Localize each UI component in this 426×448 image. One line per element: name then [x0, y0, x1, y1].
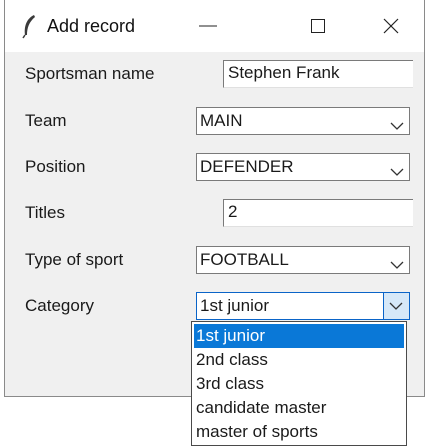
- chevron-down-icon[interactable]: [390, 162, 404, 176]
- type-of-sport-select[interactable]: FOOTBALL: [196, 246, 410, 274]
- sportsman-name-field[interactable]: Stephen Frank: [223, 60, 413, 88]
- title-bar[interactable]: Add record: [5, 0, 424, 52]
- category-label: Category: [25, 296, 94, 315]
- position-value: DEFENDER: [200, 157, 294, 176]
- team-value: MAIN: [200, 111, 243, 130]
- category-value: 1st junior: [200, 296, 269, 315]
- window-title: Add record: [47, 16, 136, 36]
- minimize-icon[interactable]: [197, 15, 219, 37]
- team-label: Team: [25, 111, 67, 130]
- list-item[interactable]: master of sports: [194, 420, 404, 444]
- chevron-down-icon[interactable]: [383, 293, 409, 319]
- position-label: Position: [25, 157, 86, 176]
- list-item[interactable]: 1st junior: [194, 324, 404, 348]
- type-of-sport-label: Type of sport: [25, 250, 124, 269]
- category-dropdown-list[interactable]: 1st junior 2nd class 3rd class candidate…: [191, 321, 407, 446]
- position-select[interactable]: DEFENDER: [196, 153, 410, 181]
- chevron-down-icon[interactable]: [390, 255, 404, 269]
- maximize-icon[interactable]: [307, 15, 329, 37]
- category-select[interactable]: 1st junior: [196, 292, 410, 320]
- list-item[interactable]: candidate master: [194, 396, 404, 420]
- titles-label: Titles: [25, 203, 65, 222]
- titles-field[interactable]: 2: [223, 199, 413, 227]
- team-select[interactable]: MAIN: [196, 107, 410, 135]
- list-item[interactable]: 2nd class: [194, 348, 404, 372]
- type-of-sport-value: FOOTBALL: [200, 250, 289, 269]
- chevron-down-icon[interactable]: [390, 116, 404, 130]
- sportsman-name-label: Sportsman name: [25, 64, 155, 83]
- close-icon[interactable]: [380, 15, 402, 37]
- feather-icon: [20, 13, 40, 39]
- list-item[interactable]: 3rd class: [194, 372, 404, 396]
